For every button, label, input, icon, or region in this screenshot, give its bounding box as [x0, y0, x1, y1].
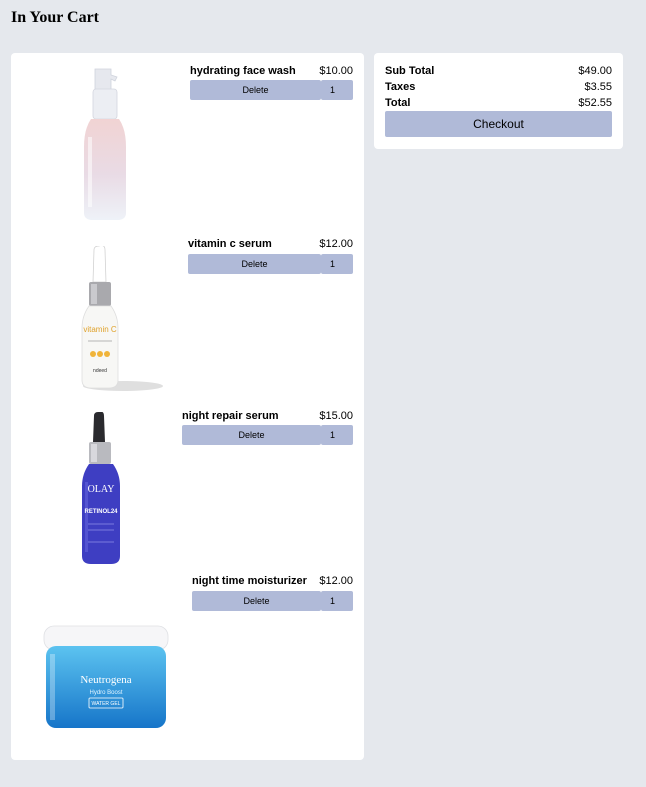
cart-item: Neutrogena Hydro Boost WATER GEL night t…	[11, 574, 364, 760]
quantity-field[interactable]: 1	[321, 591, 353, 611]
cart-item: OLAY RETINOL24 night repair serum $15.00…	[11, 398, 364, 574]
item-name: night time moisturizer	[192, 575, 307, 587]
cleanser-bottle-icon	[84, 68, 126, 220]
vitamin-c-dropper-bottle-icon: vitamin C ndeed	[81, 246, 163, 391]
delete-button[interactable]: Delete	[188, 254, 321, 274]
item-price: $10.00	[319, 65, 353, 77]
neutrogena-brand-text: Neutrogena	[80, 674, 131, 686]
delete-button[interactable]: Delete	[182, 425, 321, 445]
item-name: night repair serum	[182, 410, 279, 422]
olay-product-text: RETINOL24	[84, 509, 118, 515]
item-name: vitamin c serum	[188, 238, 272, 250]
taxes-label: Taxes	[385, 81, 416, 93]
quantity-field[interactable]: 1	[321, 425, 353, 445]
taxes-row: Taxes $3.55	[385, 81, 612, 95]
total-row: Total $52.55	[385, 97, 612, 111]
item-price: $12.00	[319, 238, 353, 250]
subtotal-label: Sub Total	[385, 65, 435, 77]
page-title: In Your Cart	[11, 9, 100, 26]
cart-item: hydrating face wash $10.00 Delete 1	[11, 53, 364, 226]
taxes-value: $3.55	[584, 81, 612, 93]
moisturizer-jar-icon: Neutrogena Hydro Boost WATER GEL	[43, 625, 169, 728]
delete-button[interactable]: Delete	[190, 80, 321, 100]
checkout-button[interactable]: Checkout	[385, 111, 612, 137]
olay-brand-text: OLAY	[88, 484, 115, 495]
quantity-field[interactable]: 1	[321, 254, 353, 274]
cart-item: vitamin C ndeed vitamin c serum $12.00 D…	[11, 226, 364, 398]
item-name: hydrating face wash	[190, 65, 296, 77]
subtotal-value: $49.00	[578, 65, 612, 77]
item-price: $15.00	[319, 410, 353, 422]
vitamin-c-label-text: vitamin C	[83, 325, 117, 334]
delete-button[interactable]: Delete	[192, 591, 321, 611]
subtotal-row: Sub Total $49.00	[385, 65, 612, 79]
neutrogena-sub-text: WATER GEL	[92, 701, 121, 707]
item-price: $12.00	[319, 575, 353, 587]
total-value: $52.55	[578, 97, 612, 109]
cart-items-panel: hydrating face wash $10.00 Delete 1 vita…	[11, 53, 364, 760]
retinol-dropper-bottle-icon: OLAY RETINOL24	[82, 412, 120, 564]
total-label: Total	[385, 97, 411, 109]
neutrogena-product-text: Hydro Boost	[89, 690, 122, 696]
brand-label-text: ndeed	[93, 368, 107, 374]
order-summary-panel: Sub Total $49.00 Taxes $3.55 Total $52.5…	[374, 53, 623, 149]
quantity-field[interactable]: 1	[321, 80, 353, 100]
